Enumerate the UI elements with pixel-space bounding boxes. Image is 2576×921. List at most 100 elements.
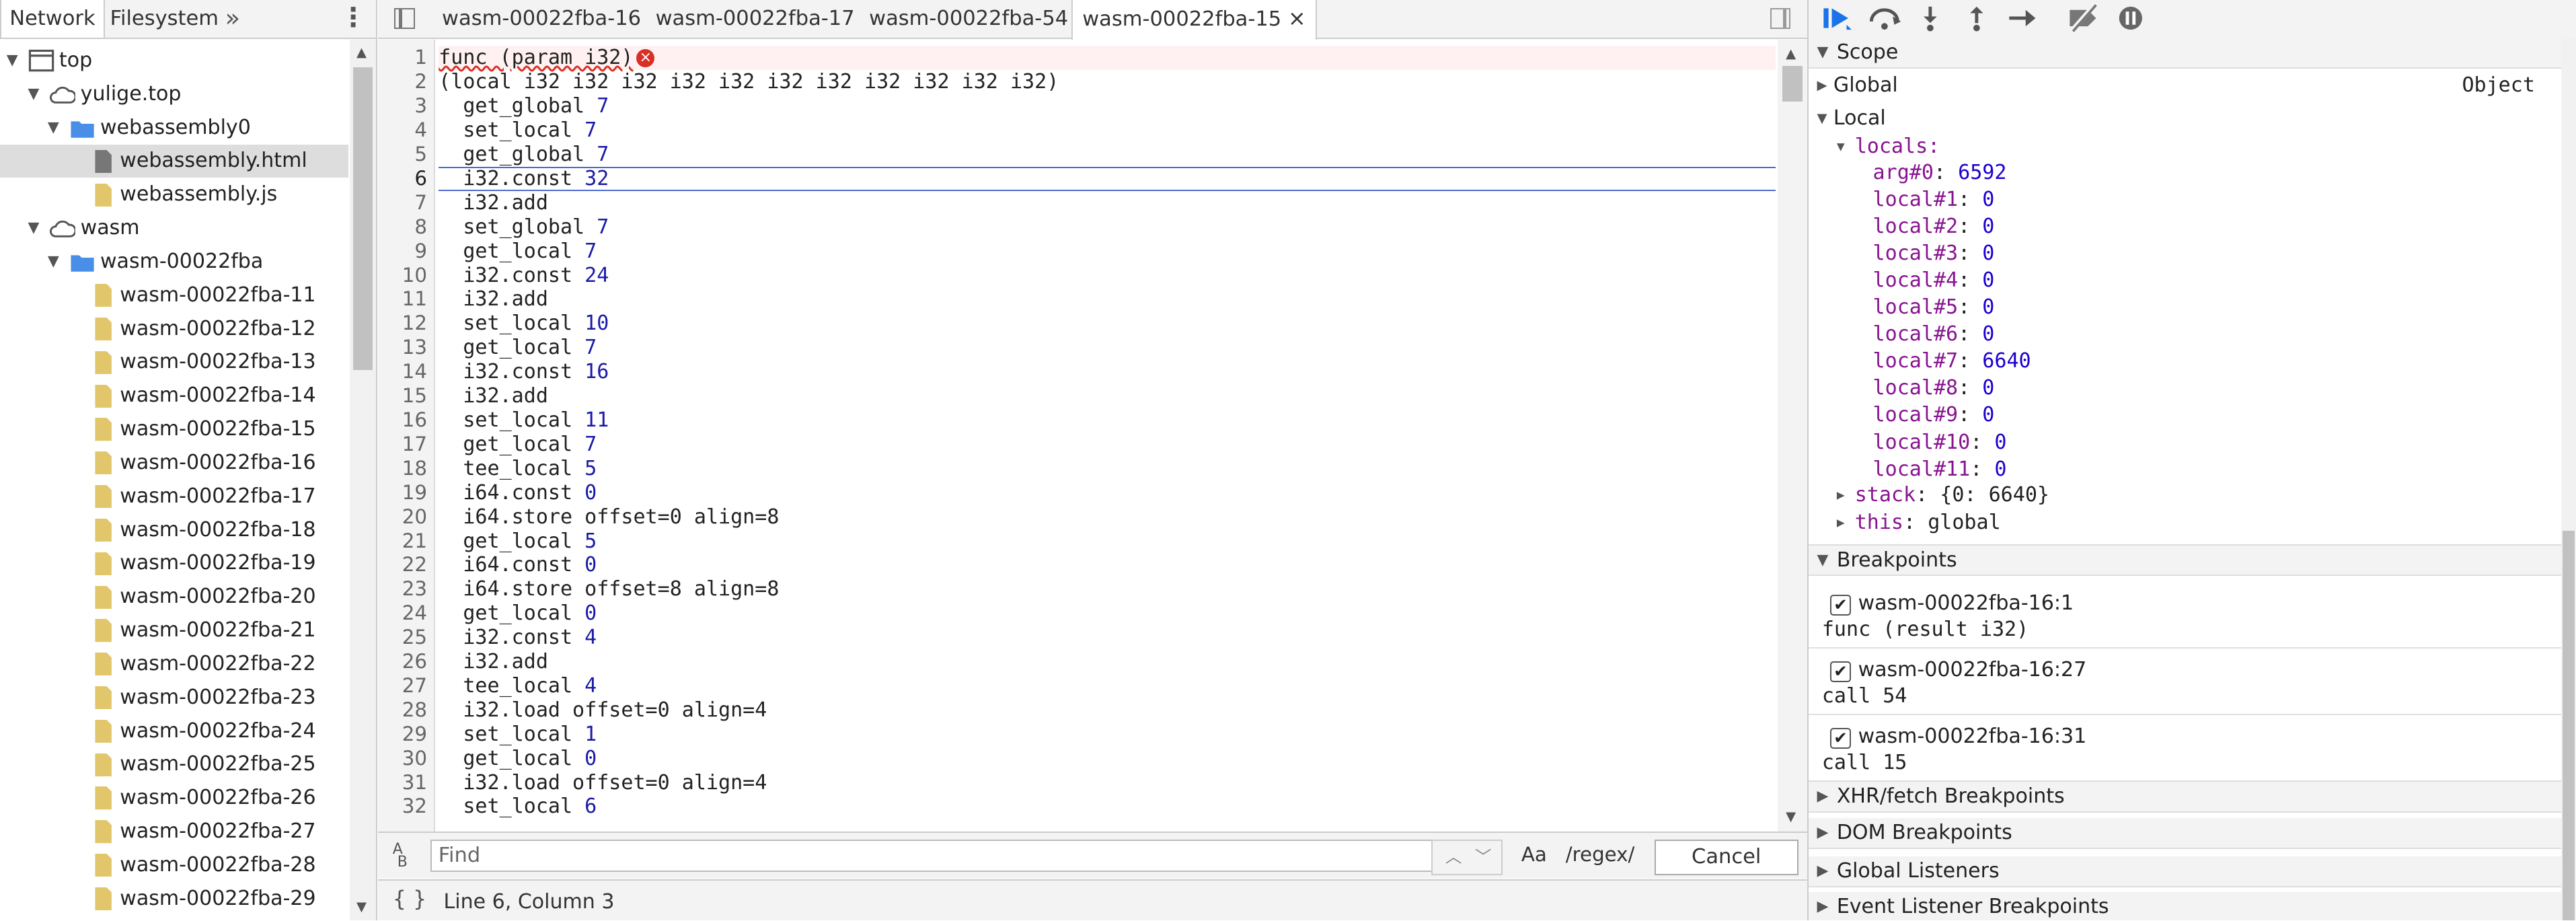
line-number[interactable]: 12 [378, 311, 427, 336]
expanded-triangle-icon[interactable]: ▼ [48, 112, 59, 145]
scope-global[interactable]: ▶ Global Object [1809, 72, 2561, 98]
line-number[interactable]: 4 [378, 118, 427, 143]
pause-on-exceptions-icon[interactable] [2113, 3, 2149, 33]
breakpoint-item[interactable]: ✔ wasm-00022fba-16:31 call 15 [1809, 715, 2561, 782]
line-number[interactable]: 7 [378, 191, 427, 215]
line-number[interactable]: 29 [378, 723, 427, 747]
code-line[interactable]: get_local 7 [439, 336, 1776, 360]
more-tabs-icon[interactable]: » [225, 0, 240, 36]
line-number[interactable]: 32 [378, 795, 427, 819]
tree-item[interactable]: wasm-00022fba-27 [0, 815, 348, 848]
line-number[interactable]: 28 [378, 698, 427, 723]
tree-item[interactable]: wasm-00022fba-15 [0, 413, 348, 446]
line-number[interactable]: 17 [378, 433, 427, 457]
code-line[interactable]: i32.add [439, 384, 1776, 408]
tree-item[interactable]: wasm-00022fba-28 [0, 849, 348, 882]
local-variable[interactable]: local#3: 0 [1809, 240, 2561, 266]
step-over-icon[interactable] [1866, 3, 1903, 33]
code-line[interactable]: i64.const 0 [439, 553, 1776, 577]
code-line[interactable]: set_local 6 [439, 795, 1776, 819]
local-variable[interactable]: local#11: 0 [1809, 456, 2561, 482]
breakpoint-item[interactable]: ✔ wasm-00022fba-16:1 func (result i32) [1809, 582, 2561, 649]
replace-toggle-icon[interactable]: A B [393, 842, 408, 870]
breakpoint-item[interactable]: ✔ wasm-00022fba-16:27 call 54 [1809, 649, 2561, 716]
scroll-down-icon[interactable]: ▼ [356, 899, 367, 914]
expanded-triangle-icon[interactable]: ▼ [48, 246, 59, 279]
local-variable[interactable]: local#1: 0 [1809, 186, 2561, 213]
line-number[interactable]: 31 [378, 771, 427, 795]
code-line[interactable]: i32.load offset=0 align=4 [439, 771, 1776, 795]
line-number[interactable]: 27 [378, 674, 427, 698]
xhr-breakpoints-header[interactable]: ▶ XHR/fetch Breakpoints [1809, 780, 2561, 813]
line-number[interactable]: 23 [378, 577, 427, 601]
dom-breakpoints-header[interactable]: ▶ DOM Breakpoints [1809, 818, 2561, 850]
line-number[interactable]: 9 [378, 240, 427, 264]
line-number[interactable]: 5 [378, 143, 427, 167]
navigator-scrollbar[interactable]: ▲ ▼ [350, 39, 377, 920]
editor-tab-active[interactable]: wasm-00022fba-15 × [1071, 0, 1318, 40]
line-number[interactable]: 21 [378, 529, 427, 554]
code-line[interactable]: get_local 0 [439, 747, 1776, 771]
tree-item[interactable]: wasm-00022fba-20 [0, 581, 348, 614]
line-number[interactable]: 30 [378, 747, 427, 771]
local-variable[interactable]: local#4: 0 [1809, 267, 2561, 293]
deactivate-breakpoints-icon[interactable] [2065, 3, 2101, 33]
tree-item[interactable]: wasm-00022fba-12 [0, 313, 348, 346]
code-line[interactable]: i32.load offset=0 align=4 [439, 698, 1776, 723]
line-number[interactable]: 18 [378, 457, 427, 481]
code-line[interactable]: i32.add [439, 191, 1776, 215]
code-line[interactable]: get_local 5 [439, 529, 1776, 554]
code-line[interactable]: get_global 7 [439, 143, 1776, 167]
local-variable[interactable]: local#10: 0 [1809, 429, 2561, 455]
toggle-debugger-icon[interactable] [1770, 8, 1791, 30]
tree-item[interactable]: wasm-00022fba-16 [0, 447, 348, 480]
expanded-triangle-icon[interactable]: ▼ [28, 78, 40, 111]
scroll-up-icon[interactable]: ▲ [1786, 46, 1796, 61]
step-out-icon[interactable] [1959, 3, 1995, 33]
code-line[interactable]: set_local 10 [439, 311, 1776, 336]
local-variable[interactable]: local#6: 0 [1809, 321, 2561, 347]
line-number[interactable]: 8 [378, 215, 427, 240]
code-line[interactable]: i32.const 24 [439, 264, 1776, 288]
scrollbar-thumb[interactable] [353, 67, 373, 370]
tree-item[interactable]: wasm-00022fba-24 [0, 715, 348, 748]
tree-item[interactable]: wasm-00022fba-23 [0, 681, 348, 714]
tree-item[interactable]: webassembly.js [0, 178, 348, 211]
code-line[interactable]: func (param i32) × [439, 46, 1776, 71]
tree-item[interactable]: wasm-00022fba-22 [0, 648, 348, 681]
scope-section-header[interactable]: ▼ Scope [1809, 38, 2561, 69]
code-line[interactable]: i32.add [439, 650, 1776, 674]
tree-item[interactable]: wasm-00022fba-19 [0, 547, 348, 580]
tree-item[interactable]: ▼ webassembly0 [0, 112, 348, 145]
breakpoint-checkbox[interactable]: ✔ [1830, 661, 1851, 682]
tree-item[interactable]: ▼ top [0, 44, 348, 77]
code-scrollbar[interactable]: ▲ ▼ [1777, 39, 1807, 832]
line-number[interactable]: 11 [378, 287, 427, 311]
scroll-up-icon[interactable]: ▲ [356, 44, 367, 60]
line-gutter[interactable]: 1 2 3 4 5 6 7 8 9 10 11 12 13 14 15 16 17 18 19 20 21 22 23 24 2… [377, 39, 435, 832]
tree-item[interactable]: wasm-00022fba-11 [0, 279, 348, 312]
line-number[interactable]: 14 [378, 360, 427, 384]
local-variable[interactable]: local#2: 0 [1809, 213, 2561, 240]
tree-item[interactable]: wasm-00022fba-14 [0, 379, 348, 412]
code-line[interactable]: get_global 7 [439, 94, 1776, 118]
global-listeners-header[interactable]: ▶ Global Listeners [1809, 856, 2561, 887]
resume-icon[interactable] [1819, 3, 1855, 33]
tab-network[interactable]: Network [0, 0, 105, 38]
step-icon[interactable] [2004, 3, 2041, 33]
code-line[interactable]: set_local 7 [439, 118, 1776, 143]
step-into-icon[interactable] [1912, 3, 1948, 33]
line-number[interactable]: 20 [378, 505, 427, 529]
line-number[interactable]: 13 [378, 336, 427, 360]
editor-tab[interactable]: wasm-00022fba-17 [656, 0, 855, 38]
tree-item[interactable]: wasm-00022fba-29 [0, 883, 348, 916]
local-variable[interactable]: local#7: 6640 [1809, 348, 2561, 374]
code-line[interactable]: (local i32 i32 i32 i32 i32 i32 i32 i32 i… [439, 70, 1776, 94]
breakpoint-checkbox[interactable]: ✔ [1830, 728, 1851, 749]
local-variable[interactable]: local#8: 0 [1809, 375, 2561, 401]
tree-item[interactable]: wasm-00022fba-25 [0, 748, 348, 781]
scrollbar-thumb[interactable] [1782, 65, 1803, 102]
local-variable[interactable]: local#9: 0 [1809, 402, 2561, 428]
code-line[interactable]: tee_local 5 [439, 457, 1776, 481]
code-line[interactable]: i64.const 0 [439, 481, 1776, 505]
